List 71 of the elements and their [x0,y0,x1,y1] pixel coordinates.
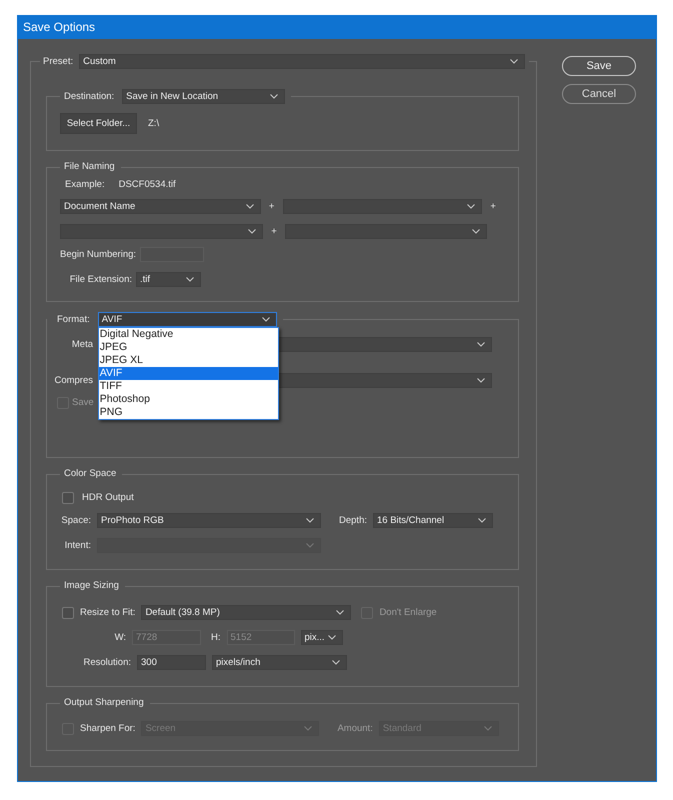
dropdown-option[interactable]: JPEG [98,341,278,354]
dialog-button[interactable]: Save [562,56,636,76]
dropdown[interactable]: ProPhoto RGB [97,513,321,528]
input-field[interactable]: 300 [137,655,206,670]
dropdown[interactable]: 16 Bits/Channel [373,513,493,528]
dropdown-option[interactable]: TIFF [98,380,278,393]
chevron-down-icon [472,229,480,234]
label: Intent: [64,540,91,552]
label: H: [211,632,220,644]
dropdown-option[interactable]: Photoshop [98,393,278,406]
checkbox[interactable] [62,492,74,504]
label: File Extension: [68,274,132,286]
label: Amount: [337,722,373,734]
dropdown-option[interactable]: AVIF [98,367,278,380]
chevron-down-icon [246,204,254,209]
label: Format: [57,314,90,326]
label: Example: [65,179,105,191]
label: Compres [53,374,93,386]
dropdown-option[interactable]: Digital Negative [98,328,278,341]
dropdown[interactable]: AVIF [98,312,277,327]
dropdown[interactable]: Document Name [60,199,261,214]
chevron-down-icon [306,518,314,523]
dropdown[interactable]: Custom [79,54,526,69]
dropdown[interactable]: pixels/inch [212,655,347,670]
chevron-down-icon [484,726,492,731]
chevron-down-icon [332,660,340,665]
chevron-down-icon [270,94,278,99]
chevron-down-icon [262,317,270,322]
label: Preset: [43,56,74,68]
checkbox[interactable] [62,606,74,618]
section-title: File Naming [64,161,115,173]
chevron-down-icon [477,378,485,383]
dropdown-option[interactable]: JPEG XL [98,354,278,367]
label: Z:\ [148,118,160,130]
label: Save [72,397,94,409]
dropdown[interactable]: .tif [136,272,201,287]
label: W: [114,632,126,644]
label: Space: [60,514,91,526]
window-title: Save Options [23,21,96,33]
chevron-down-icon [477,342,485,347]
chevron-down-icon [186,277,194,282]
section-title: Image Sizing [64,580,119,592]
dropdown[interactable]: pix... [300,630,342,645]
section-title: Color Space [64,468,116,480]
label: Sharpen For: [80,722,136,734]
dialog-button[interactable]: Cancel [562,84,636,104]
label: HDR Output [82,492,134,504]
select-folder-button[interactable]: Select Folder... [60,113,137,134]
label: Meta [70,338,93,350]
label: Destination: [64,90,114,102]
dropdown[interactable]: Default (39.8 MP) [141,605,352,620]
chevron-down-icon [510,59,518,64]
dropdown-option[interactable]: PNG [98,406,278,419]
plus-sign: + [268,200,276,212]
chevron-down-icon [328,635,336,640]
label: Don't Enlarge [379,606,437,618]
label: DSCF0534.tif [118,179,176,191]
label: Resize to Fit: [80,606,136,618]
plus-sign: + [270,226,278,238]
chevron-down-icon [306,543,314,548]
chevron-down-icon [248,229,256,234]
chevron-down-icon [467,204,476,209]
plus-sign: + [489,200,497,212]
section-title: Output Sharpening [64,697,144,709]
chevron-down-icon [478,518,486,523]
label: Begin Numbering: [60,248,136,260]
label: Resolution: [82,656,131,668]
label: Depth: [339,514,367,526]
chevron-down-icon [336,610,344,615]
dropdown[interactable]: Save in New Location [122,89,286,104]
chevron-down-icon [304,726,312,731]
